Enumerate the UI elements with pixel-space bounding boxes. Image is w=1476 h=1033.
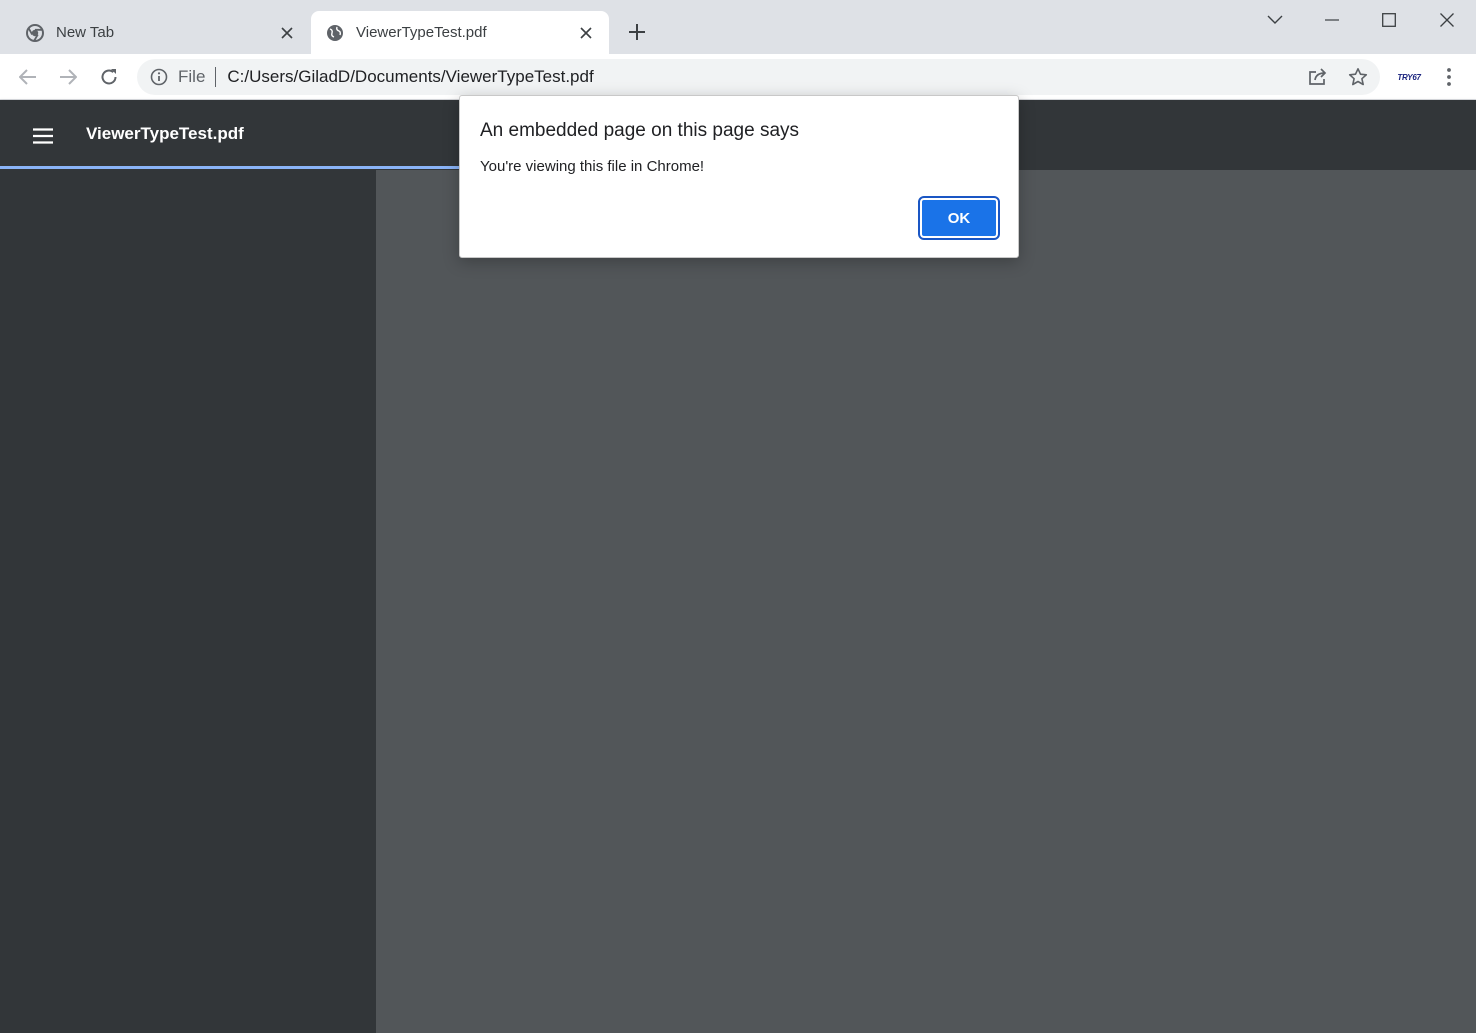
dialog-message: You're viewing this file in Chrome!: [480, 158, 705, 175]
address-bar[interactable]: File C:/Users/GiladD/Documents/ViewerTyp…: [137, 59, 1380, 95]
close-icon[interactable]: [577, 24, 595, 42]
more-vert-icon: [1447, 68, 1451, 86]
globe-icon: [326, 24, 344, 42]
pdf-content-area[interactable]: [376, 170, 1476, 1033]
url-text[interactable]: C:/Users/GiladD/Documents/ViewerTypeTest…: [227, 67, 1380, 87]
close-icon: [1440, 13, 1454, 27]
share-button[interactable]: [1303, 62, 1333, 92]
tab-strip: New Tab ViewerTypeTest.pdf: [0, 0, 1476, 54]
forward-button[interactable]: [51, 60, 85, 94]
chrome-icon: [26, 23, 44, 42]
tab-title: ViewerTypeTest.pdf: [356, 24, 487, 41]
menu-icon: [33, 128, 53, 144]
chrome-menu-button[interactable]: [1434, 62, 1464, 92]
tab-new-tab[interactable]: New Tab: [0, 11, 310, 54]
close-window-button[interactable]: [1419, 0, 1475, 40]
reload-icon: [101, 69, 117, 85]
maximize-button[interactable]: [1361, 0, 1417, 40]
extension-label: TRY67: [1397, 72, 1421, 82]
alert-dialog: An embedded page on this page says You'r…: [459, 95, 1019, 258]
new-tab-button[interactable]: [623, 18, 651, 46]
pdf-document-title: ViewerTypeTest.pdf: [86, 124, 244, 143]
browser-toolbar: File C:/Users/GiladD/Documents/ViewerTyp…: [0, 54, 1476, 100]
arrow-right-icon: [60, 69, 77, 85]
chevron-down-icon: [1267, 15, 1283, 24]
tab-viewertypetest[interactable]: ViewerTypeTest.pdf: [311, 11, 609, 54]
bookmark-button[interactable]: [1343, 62, 1373, 92]
minimize-button[interactable]: [1304, 0, 1360, 40]
reload-button[interactable]: [92, 60, 126, 94]
dialog-title: An embedded page on this page says: [480, 120, 800, 141]
info-icon[interactable]: [149, 67, 169, 87]
maximize-icon: [1382, 13, 1396, 27]
url-scheme: File: [178, 67, 206, 86]
back-button[interactable]: [11, 60, 45, 94]
close-icon[interactable]: [278, 24, 296, 42]
divider: [215, 67, 217, 87]
sidebar-toggle-button[interactable]: [27, 120, 59, 152]
pdf-thumbnail-sidebar: [0, 170, 376, 1033]
share-icon: [1309, 68, 1327, 85]
extension-button[interactable]: TRY67: [1393, 62, 1425, 92]
arrow-left-icon: [19, 69, 36, 85]
loading-progress-bar: [0, 166, 460, 169]
minimize-icon: [1325, 19, 1339, 21]
ok-button[interactable]: OK: [918, 196, 1000, 240]
tab-search-button[interactable]: [1247, 0, 1303, 40]
star-icon: [1348, 68, 1368, 86]
plus-icon: [629, 24, 645, 40]
tab-title: New Tab: [56, 24, 115, 41]
